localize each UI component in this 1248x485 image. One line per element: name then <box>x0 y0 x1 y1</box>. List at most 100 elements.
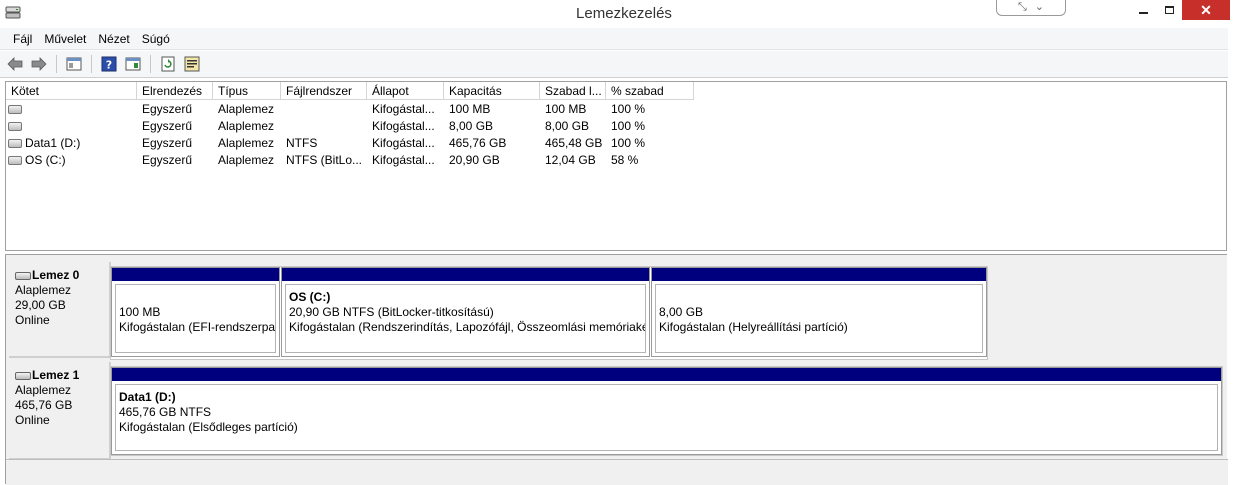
column-header-capacity[interactable]: Kapacitás <box>444 82 540 100</box>
partition-name: ​ <box>119 290 275 305</box>
partition-size: 100 MB <box>119 305 161 319</box>
column-header-volume[interactable]: Kötet <box>6 82 137 100</box>
properties-button[interactable] <box>182 54 202 74</box>
help-icon: ? <box>101 56 117 72</box>
partition-status: Kifogástalan (EFI-rendszerpart <box>119 320 276 334</box>
minimize-icon <box>1138 12 1148 14</box>
volume-filesystem: NTFS <box>286 136 318 150</box>
show-hide-console-tree-icon <box>66 57 82 71</box>
hard-disk-icon <box>15 371 31 380</box>
forward-arrow-icon <box>31 57 47 71</box>
properties-icon <box>184 56 200 72</box>
help-button[interactable]: ? <box>99 54 119 74</box>
column-header-type[interactable]: Típus <box>213 82 281 100</box>
show-hide-console-tree-button[interactable] <box>64 54 84 74</box>
volume-row[interactable]: Data1 (D:) Egyszerű Alaplemez NTFS Kifog… <box>6 135 694 152</box>
partition-efi[interactable]: ​ 100 MB Kifogástalan (EFI-rendszerpart <box>111 267 280 357</box>
volume-capacity: 20,90 GB <box>449 153 500 167</box>
menu-action[interactable]: Művelet <box>38 29 92 49</box>
maximize-button[interactable] <box>1156 0 1182 20</box>
disk-status: Online <box>15 413 50 427</box>
menu-bar: Fájl Művelet Nézet Súgó <box>0 28 1228 50</box>
forward-button[interactable] <box>29 54 49 74</box>
volume-percent-free: 100 % <box>611 136 646 150</box>
partition-size: 8,00 GB <box>659 305 704 319</box>
partition-status: Kifogástalan (Helyreállítási partíció) <box>659 320 848 334</box>
partition-os-c[interactable]: OS (C:) 20,90 GB NTFS (BitLocker-titkosí… <box>281 267 650 357</box>
disk-type: Alaplemez <box>15 283 72 297</box>
volume-layout: Egyszerű <box>142 119 193 133</box>
volume-list[interactable]: Kötet Elrendezés Típus Fájlrendszer Álla… <box>5 81 1227 251</box>
menu-help[interactable]: Súgó <box>136 29 176 49</box>
column-header-status[interactable]: Állapot <box>367 82 444 100</box>
toolbar: ? <box>0 51 1228 78</box>
toolbar-separator <box>56 55 57 73</box>
disk-1-label[interactable]: Lemez 1 Alaplemez 465,76 GB Online <box>9 362 111 460</box>
show-hide-action-pane-button[interactable] <box>123 54 143 74</box>
menu-view[interactable]: Nézet <box>92 29 135 49</box>
volume-capacity: 465,76 GB <box>449 136 507 150</box>
volume-free-space: 12,04 GB <box>545 153 596 167</box>
status-strip <box>6 459 1228 485</box>
partition-name: ​ <box>659 290 982 305</box>
volume-name: Data1 (D:) <box>25 136 81 150</box>
volume-layout: Egyszerű <box>142 136 193 150</box>
minimize-button[interactable] <box>1130 0 1156 20</box>
disk-1-partitions: Data1 (D:) 465,76 GB NTFS Kifogástalan (… <box>110 366 1223 456</box>
disk-graphical-view: Lemez 0 Alaplemez 29,00 GB Online ​ 100 … <box>5 254 1228 485</box>
disk-name: Lemez 1 <box>32 368 80 382</box>
volume-filesystem <box>281 101 367 118</box>
partition-name: OS (C:) <box>289 290 331 304</box>
volume-free-space: 8,00 GB <box>545 119 590 133</box>
volume-status: Kifogástal... <box>372 136 435 150</box>
partition-stripe <box>282 268 649 281</box>
partition-stripe <box>112 268 279 281</box>
column-header-layout[interactable]: Elrendezés <box>137 82 213 100</box>
partition-data1-d[interactable]: Data1 (D:) 465,76 GB NTFS Kifogástalan (… <box>111 367 1222 455</box>
close-icon: ✕ <box>1200 1 1212 18</box>
disk-status: Online <box>15 313 50 327</box>
column-header-percent-free[interactable]: % szabad <box>606 82 694 100</box>
partition-status: Kifogástalan (Rendszerindítás, Lapozófáj… <box>289 320 646 334</box>
partition-name: Data1 (D:) <box>119 390 176 404</box>
disk-0-partitions: ​ 100 MB Kifogástalan (EFI-rendszerpart … <box>110 266 988 360</box>
disk-0-label[interactable]: Lemez 0 Alaplemez 29,00 GB Online <box>9 262 111 358</box>
volume-percent-free: 58 % <box>611 153 639 167</box>
partition-stripe <box>112 368 1221 381</box>
column-header-filesystem[interactable]: Fájlrendszer <box>281 82 367 100</box>
disk-type: Alaplemez <box>15 383 72 397</box>
volume-list-body: Egyszerű Alaplemez Kifogástal... 100 MB … <box>6 101 694 169</box>
maximize-icon <box>1164 6 1174 14</box>
toolbar-separator <box>150 55 151 73</box>
refresh-button[interactable] <box>158 54 178 74</box>
volume-layout: Egyszerű <box>142 153 193 167</box>
volume-row[interactable]: OS (C:) Egyszerű Alaplemez NTFS (BitLo..… <box>6 152 694 169</box>
partition-size: 465,76 GB NTFS <box>119 405 212 419</box>
partition-stripe <box>652 268 986 281</box>
volume-row[interactable]: Egyszerű Alaplemez Kifogástal... 100 MB … <box>6 101 694 118</box>
volume-layout: Egyszerű <box>142 102 193 116</box>
volume-type: Alaplemez <box>218 102 275 116</box>
volume-free-space: 465,48 GB <box>545 136 603 150</box>
drive-icon <box>8 105 22 114</box>
partition-recovery[interactable]: ​ 8,00 GB Kifogástalan (Helyreállítási p… <box>651 267 987 357</box>
snap-chevron-icon[interactable]: ⌄ <box>1035 0 1044 14</box>
menu-file[interactable]: Fájl <box>7 29 38 49</box>
volume-percent-free: 100 % <box>611 119 646 133</box>
drive-icon <box>8 122 22 131</box>
back-arrow-icon <box>7 57 23 71</box>
volume-status: Kifogástal... <box>372 102 435 116</box>
disk-size: 465,76 GB <box>15 398 73 412</box>
snap-controls[interactable]: ⤡ ⌄ <box>996 0 1066 16</box>
snap-resize-icon[interactable]: ⤡ <box>1018 0 1027 14</box>
disk-name: Lemez 0 <box>32 268 80 282</box>
column-header-free-space[interactable]: Szabad l... <box>540 82 606 100</box>
volume-type: Alaplemez <box>218 119 275 133</box>
drive-icon <box>8 156 22 165</box>
volume-row[interactable]: Egyszerű Alaplemez Kifogástal... 8,00 GB… <box>6 118 694 135</box>
close-button[interactable]: ✕ <box>1182 0 1230 20</box>
volume-capacity: 8,00 GB <box>449 119 494 133</box>
disk-size: 29,00 GB <box>15 298 66 312</box>
back-button[interactable] <box>5 54 25 74</box>
refresh-icon <box>161 56 175 72</box>
